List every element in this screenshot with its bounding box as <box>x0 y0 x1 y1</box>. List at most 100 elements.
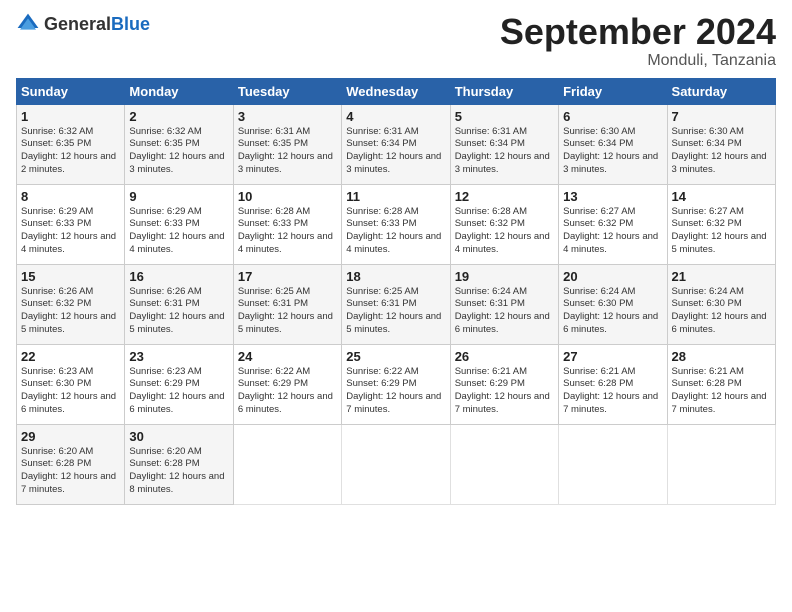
day-number: 12 <box>455 189 554 204</box>
logo-text: GeneralBlue <box>44 14 150 35</box>
calendar-week-1: 1 Sunrise: 6:32 AMSunset: 6:35 PMDaylight… <box>17 104 776 184</box>
day-detail: Sunrise: 6:21 AMSunset: 6:28 PMDaylight:… <box>563 366 662 417</box>
calendar-cell: 24 Sunrise: 6:22 AMSunset: 6:29 PMDayligh… <box>233 344 341 424</box>
calendar-cell <box>559 424 667 504</box>
day-number: 6 <box>563 109 662 124</box>
location-title: Monduli, Tanzania <box>500 52 776 70</box>
calendar-cell: 20Sunrise: 6:24 AMSunset: 6:30 PMDayligh… <box>559 264 667 344</box>
day-detail: Sunrise: 6:31 AMSunset: 6:35 PMDaylight:… <box>238 126 337 177</box>
calendar-week-5: 29 Sunrise: 6:20 AMSunset: 6:28 PMDayligh… <box>17 424 776 504</box>
calendar-cell: 25 Sunrise: 6:22 AMSunset: 6:29 PMDayligh… <box>342 344 450 424</box>
day-detail: Sunrise: 6:23 AMSunset: 6:29 PMDaylight:… <box>129 366 228 417</box>
calendar-week-2: 8 Sunrise: 6:29 AMSunset: 6:33 PMDaylight… <box>17 184 776 264</box>
day-detail: Sunrise: 6:29 AMSunset: 6:33 PMDaylight:… <box>21 206 120 257</box>
calendar-cell: 5 Sunrise: 6:31 AMSunset: 6:34 PMDaylight… <box>450 104 558 184</box>
day-detail: Sunrise: 6:31 AMSunset: 6:34 PMDaylight:… <box>455 126 554 177</box>
day-number: 16 <box>129 269 228 284</box>
calendar-cell: 6 Sunrise: 6:30 AMSunset: 6:34 PMDaylight… <box>559 104 667 184</box>
header-monday: Monday <box>125 78 233 104</box>
header-friday: Friday <box>559 78 667 104</box>
day-detail: Sunrise: 6:32 AMSunset: 6:35 PMDaylight:… <box>129 126 228 177</box>
day-detail: Sunrise: 6:25 AMSunset: 6:31 PMDaylight:… <box>346 286 445 337</box>
calendar-cell <box>450 424 558 504</box>
calendar-cell: 21Sunrise: 6:24 AMSunset: 6:30 PMDayligh… <box>667 264 775 344</box>
header-thursday: Thursday <box>450 78 558 104</box>
day-detail: Sunrise: 6:21 AMSunset: 6:28 PMDaylight:… <box>672 366 771 417</box>
day-detail: Sunrise: 6:31 AMSunset: 6:34 PMDaylight:… <box>346 126 445 177</box>
day-number: 22 <box>21 349 120 364</box>
calendar-cell: 22 Sunrise: 6:23 AMSunset: 6:30 PMDayligh… <box>17 344 125 424</box>
day-number: 11 <box>346 189 445 204</box>
day-detail: Sunrise: 6:22 AMSunset: 6:29 PMDaylight:… <box>346 366 445 417</box>
calendar-cell: 19Sunrise: 6:24 AMSunset: 6:31 PMDayligh… <box>450 264 558 344</box>
calendar-cell: 15 Sunrise: 6:26 AMSunset: 6:32 PMDayligh… <box>17 264 125 344</box>
calendar-cell: 7Sunrise: 6:30 AMSunset: 6:34 PMDaylight… <box>667 104 775 184</box>
month-title: September 2024 <box>500 12 776 52</box>
calendar-cell: 29 Sunrise: 6:20 AMSunset: 6:28 PMDayligh… <box>17 424 125 504</box>
calendar-cell: 26 Sunrise: 6:21 AMSunset: 6:29 PMDayligh… <box>450 344 558 424</box>
calendar-cell: 1 Sunrise: 6:32 AMSunset: 6:35 PMDaylight… <box>17 104 125 184</box>
day-number: 26 <box>455 349 554 364</box>
header-saturday: Saturday <box>667 78 775 104</box>
calendar-week-3: 15 Sunrise: 6:26 AMSunset: 6:32 PMDayligh… <box>17 264 776 344</box>
day-detail: Sunrise: 6:20 AMSunset: 6:28 PMDaylight:… <box>129 446 228 497</box>
day-detail: Sunrise: 6:21 AMSunset: 6:29 PMDaylight:… <box>455 366 554 417</box>
logo-blue: Blue <box>111 14 150 34</box>
day-detail: Sunrise: 6:24 AMSunset: 6:30 PMDaylight:… <box>672 286 771 337</box>
day-detail: Sunrise: 6:30 AMSunset: 6:34 PMDaylight:… <box>563 126 662 177</box>
day-number: 15 <box>21 269 120 284</box>
day-detail: Sunrise: 6:28 AMSunset: 6:32 PMDaylight:… <box>455 206 554 257</box>
day-number: 25 <box>346 349 445 364</box>
calendar-cell: 28 Sunrise: 6:21 AMSunset: 6:28 PMDayligh… <box>667 344 775 424</box>
day-detail: Sunrise: 6:32 AMSunset: 6:35 PMDaylight:… <box>21 126 120 177</box>
calendar-cell: 23 Sunrise: 6:23 AMSunset: 6:29 PMDayligh… <box>125 344 233 424</box>
day-detail: Sunrise: 6:28 AMSunset: 6:33 PMDaylight:… <box>346 206 445 257</box>
day-number: 23 <box>129 349 228 364</box>
calendar-cell: 10 Sunrise: 6:28 AMSunset: 6:33 PMDayligh… <box>233 184 341 264</box>
calendar-table: Sunday Monday Tuesday Wednesday Thursday… <box>16 78 776 505</box>
day-detail: Sunrise: 6:23 AMSunset: 6:30 PMDaylight:… <box>21 366 120 417</box>
day-number: 8 <box>21 189 120 204</box>
day-number: 30 <box>129 429 228 444</box>
day-detail: Sunrise: 6:22 AMSunset: 6:29 PMDaylight:… <box>238 366 337 417</box>
day-detail: Sunrise: 6:26 AMSunset: 6:32 PMDaylight:… <box>21 286 120 337</box>
calendar-cell: 4Sunrise: 6:31 AMSunset: 6:34 PMDaylight… <box>342 104 450 184</box>
calendar-cell: 12 Sunrise: 6:28 AMSunset: 6:32 PMDayligh… <box>450 184 558 264</box>
calendar-cell: 18 Sunrise: 6:25 AMSunset: 6:31 PMDayligh… <box>342 264 450 344</box>
calendar-cell <box>667 424 775 504</box>
calendar-cell <box>342 424 450 504</box>
day-detail: Sunrise: 6:28 AMSunset: 6:33 PMDaylight:… <box>238 206 337 257</box>
day-detail: Sunrise: 6:26 AMSunset: 6:31 PMDaylight:… <box>129 286 228 337</box>
day-detail: Sunrise: 6:25 AMSunset: 6:31 PMDaylight:… <box>238 286 337 337</box>
day-detail: Sunrise: 6:27 AMSunset: 6:32 PMDaylight:… <box>672 206 771 257</box>
logo-icon <box>16 12 40 36</box>
day-number: 28 <box>672 349 771 364</box>
logo-general: General <box>44 14 111 34</box>
day-number: 19 <box>455 269 554 284</box>
day-detail: Sunrise: 6:20 AMSunset: 6:28 PMDaylight:… <box>21 446 120 497</box>
day-number: 2 <box>129 109 228 124</box>
header-sunday: Sunday <box>17 78 125 104</box>
day-number: 9 <box>129 189 228 204</box>
calendar-cell <box>233 424 341 504</box>
day-number: 24 <box>238 349 337 364</box>
day-number: 5 <box>455 109 554 124</box>
calendar-cell: 11 Sunrise: 6:28 AMSunset: 6:33 PMDayligh… <box>342 184 450 264</box>
calendar-cell: 16 Sunrise: 6:26 AMSunset: 6:31 PMDayligh… <box>125 264 233 344</box>
day-number: 3 <box>238 109 337 124</box>
calendar-cell: 13Sunrise: 6:27 AMSunset: 6:32 PMDayligh… <box>559 184 667 264</box>
day-number: 20 <box>563 269 662 284</box>
day-number: 29 <box>21 429 120 444</box>
calendar-cell: 17Sunrise: 6:25 AMSunset: 6:31 PMDayligh… <box>233 264 341 344</box>
day-number: 18 <box>346 269 445 284</box>
calendar-week-4: 22 Sunrise: 6:23 AMSunset: 6:30 PMDayligh… <box>17 344 776 424</box>
logo: GeneralBlue <box>16 12 150 36</box>
header-wednesday: Wednesday <box>342 78 450 104</box>
days-header-row: Sunday Monday Tuesday Wednesday Thursday… <box>17 78 776 104</box>
day-number: 1 <box>21 109 120 124</box>
day-detail: Sunrise: 6:27 AMSunset: 6:32 PMDaylight:… <box>563 206 662 257</box>
title-area: September 2024 Monduli, Tanzania <box>500 12 776 70</box>
calendar-cell: 3 Sunrise: 6:31 AMSunset: 6:35 PMDaylight… <box>233 104 341 184</box>
calendar-cell: 8 Sunrise: 6:29 AMSunset: 6:33 PMDaylight… <box>17 184 125 264</box>
day-number: 10 <box>238 189 337 204</box>
